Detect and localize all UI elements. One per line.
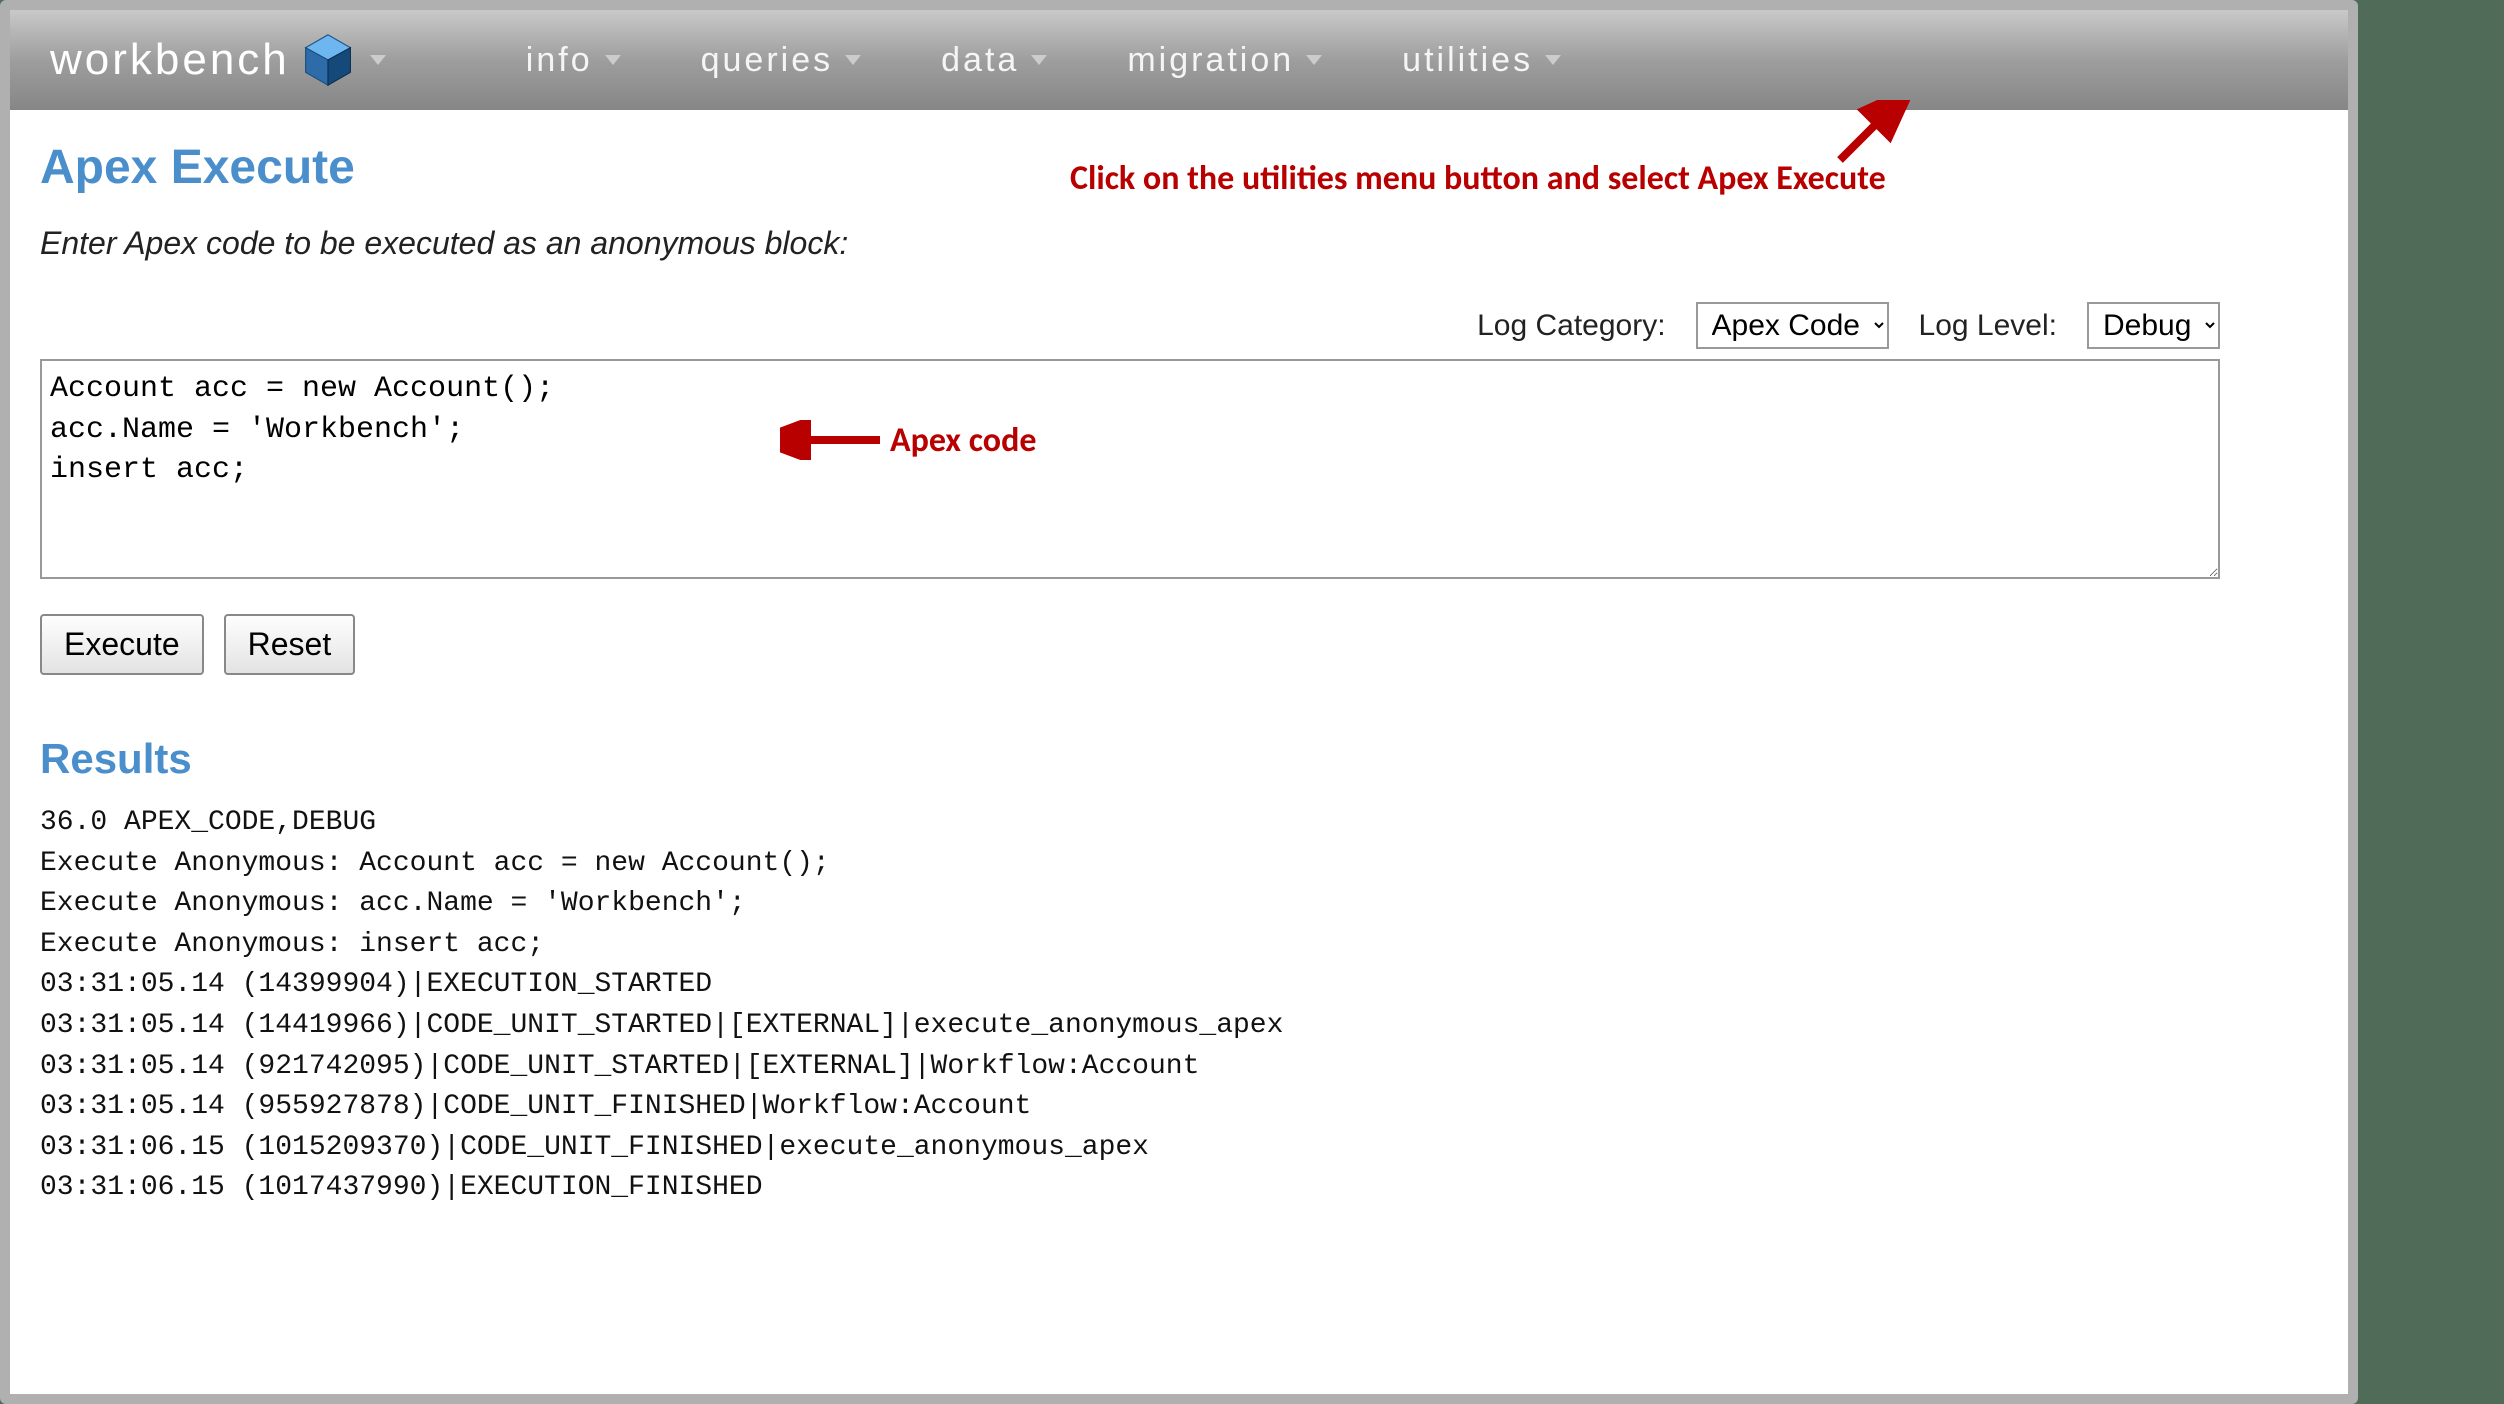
app-window: workbench info queries data migration ut… (0, 0, 2358, 1404)
results-output: 36.0 APEX_CODE,DEBUG Execute Anonymous: … (40, 803, 2318, 1209)
nav-utilities[interactable]: utilities (1402, 41, 1561, 80)
log-category-select[interactable]: Apex Code (1696, 302, 1889, 349)
nav-data-label: data (941, 41, 1019, 80)
nav-migration[interactable]: migration (1127, 41, 1322, 80)
chevron-down-icon (605, 55, 621, 65)
chevron-down-icon (845, 55, 861, 65)
log-level-label: Log Level: (1919, 309, 2057, 343)
instruction-text: Enter Apex code to be executed as an ano… (40, 225, 2318, 262)
nav-info[interactable]: info (526, 41, 621, 80)
execute-button[interactable]: Execute (40, 614, 204, 675)
nav-queries-label: queries (701, 41, 834, 80)
chevron-down-icon (1031, 55, 1047, 65)
nav-queries[interactable]: queries (701, 41, 862, 80)
log-settings-row: Log Category: Apex Code Log Level: Debug (40, 302, 2220, 349)
log-category-label: Log Category: (1477, 309, 1665, 343)
nav-data[interactable]: data (941, 41, 1047, 80)
brand[interactable]: workbench (50, 32, 386, 88)
results-title: Results (40, 735, 2318, 783)
nav-utilities-label: utilities (1402, 41, 1533, 80)
button-row: Execute Reset (40, 614, 2318, 675)
page-title: Apex Execute (40, 140, 2318, 195)
chevron-down-icon (370, 55, 386, 65)
brand-text: workbench (50, 35, 290, 85)
nav-migration-label: migration (1127, 41, 1294, 80)
main-navbar: workbench info queries data migration ut… (10, 10, 2348, 110)
cube-icon (300, 32, 356, 88)
nav-info-label: info (526, 41, 593, 80)
chevron-down-icon (1545, 55, 1561, 65)
apex-code-input[interactable] (40, 359, 2220, 579)
log-level-select[interactable]: Debug (2087, 302, 2220, 349)
main-content: Apex Execute Enter Apex code to be execu… (10, 110, 2348, 1229)
chevron-down-icon (1306, 55, 1322, 65)
reset-button[interactable]: Reset (224, 614, 356, 675)
